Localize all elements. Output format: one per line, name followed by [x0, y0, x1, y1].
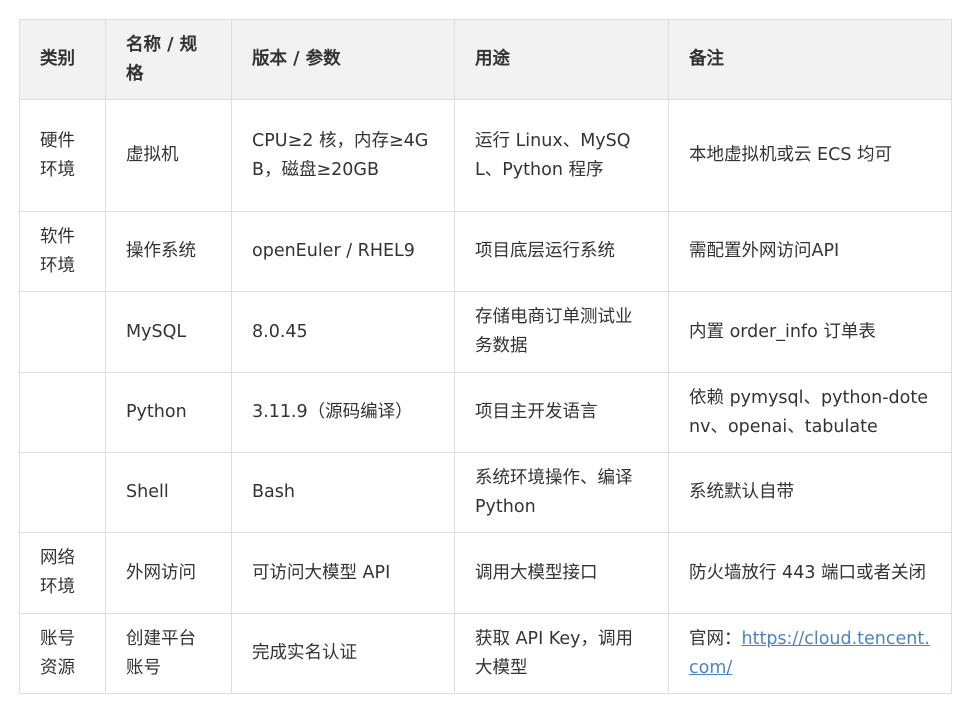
cell-name: Python: [105, 372, 232, 453]
cell-version: 可访问大模型 API: [231, 532, 455, 614]
cell-name: 虚拟机: [105, 99, 232, 212]
cell-note: 需配置外网访问API: [668, 211, 952, 292]
cell-note: 系统默认自带: [668, 452, 952, 533]
cell-version: CPU≥2 核，内存≥4GB，磁盘≥20GB: [231, 99, 455, 212]
cell-category: [19, 372, 106, 453]
cell-version: openEuler / RHEL9: [231, 211, 455, 292]
cell-purpose: 项目底层运行系统: [454, 211, 669, 292]
cell-version: Bash: [231, 452, 455, 533]
cell-category: 硬件环境: [19, 99, 106, 212]
cell-purpose: 运行 Linux、MySQL、Python 程序: [454, 99, 669, 212]
table-row: 网络环境 外网访问 可访问大模型 API 调用大模型接口 防火墙放行 443 端…: [19, 532, 952, 614]
table-row: 账号资源 创建平台账号 完成实名认证 获取 API Key，调用大模型 官网：h…: [19, 613, 952, 694]
cell-name: Shell: [105, 452, 232, 533]
cell-note: 内置 order_info 订单表: [668, 291, 952, 373]
cell-purpose: 调用大模型接口: [454, 532, 669, 614]
official-site-label: 官网：: [689, 628, 742, 649]
cell-name: 外网访问: [105, 532, 232, 614]
cell-version: 3.11.9（源码编译）: [231, 372, 455, 453]
table-header-row: 类别 名称 / 规格 版本 / 参数 用途 备注: [19, 19, 952, 100]
cell-category: [19, 291, 106, 373]
table-row: MySQL 8.0.45 存储电商订单测试业务数据 内置 order_info …: [19, 291, 952, 373]
cell-category: 账号资源: [19, 613, 106, 694]
table-row: Shell Bash 系统环境操作、编译 Python 系统默认自带: [19, 452, 952, 533]
header-name: 名称 / 规格: [105, 19, 232, 100]
cell-note: 防火墙放行 443 端口或者关闭: [668, 532, 952, 614]
cell-name: 操作系统: [105, 211, 232, 292]
cell-category: 网络环境: [19, 532, 106, 614]
cell-note: 本地虚拟机或云 ECS 均可: [668, 99, 952, 212]
cell-name: 创建平台账号: [105, 613, 232, 694]
header-note: 备注: [668, 19, 952, 100]
header-purpose: 用途: [454, 19, 669, 100]
environment-table: 类别 名称 / 规格 版本 / 参数 用途 备注 硬件环境 虚拟机 CPU≥2 …: [19, 19, 952, 694]
table-row: 硬件环境 虚拟机 CPU≥2 核，内存≥4GB，磁盘≥20GB 运行 Linux…: [19, 99, 952, 212]
table-row: Python 3.11.9（源码编译） 项目主开发语言 依赖 pymysql、p…: [19, 372, 952, 453]
cell-category: 软件环境: [19, 211, 106, 292]
cell-purpose: 获取 API Key，调用大模型: [454, 613, 669, 694]
cell-version: 8.0.45: [231, 291, 455, 373]
cell-purpose: 项目主开发语言: [454, 372, 669, 453]
cell-note: 官网：https://cloud.tencent.com/: [668, 613, 952, 694]
table-row: 软件环境 操作系统 openEuler / RHEL9 项目底层运行系统 需配置…: [19, 211, 952, 292]
cell-version: 完成实名认证: [231, 613, 455, 694]
cell-purpose: 存储电商订单测试业务数据: [454, 291, 669, 373]
cell-name: MySQL: [105, 291, 232, 373]
cell-category: [19, 452, 106, 533]
header-category: 类别: [19, 19, 106, 100]
cell-note: 依赖 pymysql、python-dotenv、openai、tabulate: [668, 372, 952, 453]
cell-purpose: 系统环境操作、编译 Python: [454, 452, 669, 533]
header-version: 版本 / 参数: [231, 19, 455, 100]
